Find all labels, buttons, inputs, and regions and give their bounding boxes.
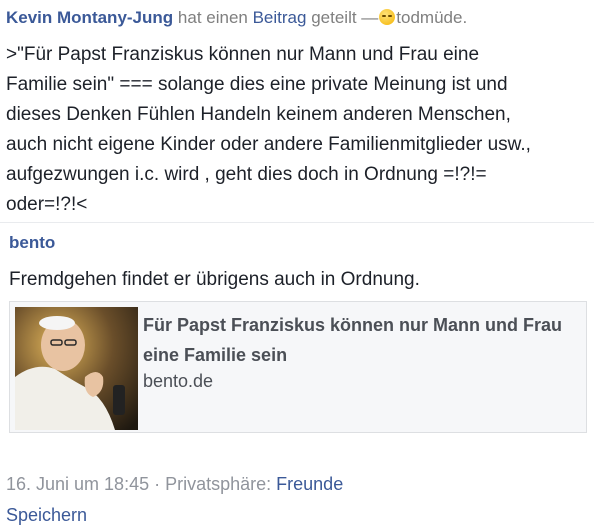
feeling-label: todmüde. bbox=[396, 8, 468, 27]
privacy-link[interactable]: Freunde bbox=[276, 474, 343, 494]
shared-source-name[interactable]: bento bbox=[9, 233, 55, 253]
post-footer: 16. Juni um 18:45 · Privatsphäre: Freund… bbox=[6, 474, 343, 495]
card-title[interactable]: Für Papst Franziskus können nur Mann und… bbox=[143, 310, 583, 370]
sleepy-face-icon bbox=[379, 9, 396, 25]
shared-text: Fremdgehen findet er übrigens auch in Or… bbox=[9, 269, 420, 290]
pope-photo-icon bbox=[15, 307, 138, 430]
shared-post: bento Fremdgehen findet er übrigens auch… bbox=[0, 222, 594, 461]
post-header: Kevin Montany-Jung hat einen Beitrag get… bbox=[6, 6, 467, 30]
post-line: auch nicht eigene Kinder oder andere Fam… bbox=[6, 134, 531, 155]
post-timestamp: 16. Juni um 18:45 · Privatsphäre: bbox=[6, 474, 272, 494]
card-domain: bento.de bbox=[143, 371, 214, 391]
post-line: Familie sein" === solange dies eine priv… bbox=[6, 74, 508, 95]
save-button[interactable]: Speichern bbox=[6, 505, 87, 526]
verb-suffix: geteilt — bbox=[311, 8, 379, 27]
post-line: oder=!?!< bbox=[6, 194, 88, 215]
post-link[interactable]: Beitrag bbox=[253, 8, 307, 27]
pope-thumbnail-image[interactable] bbox=[15, 307, 138, 430]
verb-prefix: hat einen bbox=[177, 8, 248, 27]
post-line: >"Für Papst Franziskus können nur Mann u… bbox=[6, 44, 480, 65]
post-text: >"Für Papst Franziskus können nur Mann u… bbox=[6, 40, 586, 220]
post-line: aufgezwungen i.c. wird , geht dies doch … bbox=[6, 164, 487, 185]
post-line: dieses Denken Fühlen Handeln keinem ande… bbox=[6, 104, 511, 125]
author-name[interactable]: Kevin Montany-Jung bbox=[6, 8, 173, 27]
link-preview-card[interactable]: Für Papst Franziskus können nur Mann und… bbox=[9, 301, 587, 433]
